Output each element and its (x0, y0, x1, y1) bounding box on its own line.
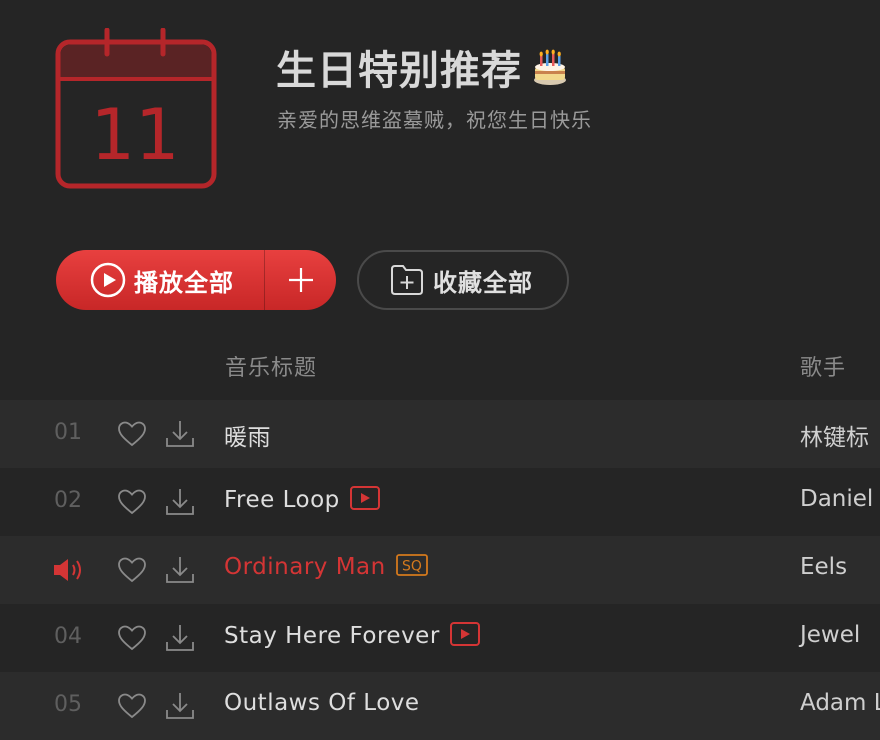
track-title-cell: Free Loop (224, 486, 380, 514)
heart-icon[interactable] (116, 690, 148, 722)
page-subtitle: 亲爱的思维盗墓贼，祝您生日快乐 (277, 108, 592, 132)
header: 11 生日特别推荐 亲爱的思维盗墓贼，祝您生日快乐 (0, 0, 880, 230)
play-all-label: 播放全部 (134, 268, 234, 297)
track-title[interactable]: Ordinary Man (224, 554, 386, 580)
track-title-cell: Ordinary Man SQ (224, 554, 428, 580)
folder-add-icon (391, 265, 423, 295)
track-artist[interactable]: Jewel (800, 622, 860, 648)
birthday-cake-icon (534, 49, 566, 85)
track-artist[interactable]: Daniel P (800, 486, 880, 512)
track-row[interactable]: Ordinary Man SQ Eels (0, 536, 880, 604)
track-number: 05 (54, 692, 82, 717)
add-to-playlist-button[interactable] (265, 250, 336, 310)
track-row[interactable]: 05 Outlaws Of Love Adam La (0, 672, 880, 740)
play-circle-icon (90, 262, 126, 298)
track-title[interactable]: Free Loop (224, 487, 340, 513)
collect-all-label: 收藏全部 (433, 268, 533, 297)
track-number: 02 (54, 488, 82, 513)
mv-play-icon[interactable] (449, 622, 480, 650)
heart-icon[interactable] (116, 622, 148, 654)
download-icon[interactable] (164, 486, 196, 518)
download-icon[interactable] (164, 622, 196, 654)
track-title[interactable]: Outlaws Of Love (224, 690, 420, 716)
track-title-cell: Stay Here Forever (224, 622, 480, 650)
track-row[interactable]: 04 Stay Here Forever Jewel (0, 604, 880, 672)
download-icon[interactable] (164, 554, 196, 586)
plus-icon (288, 268, 313, 292)
track-title[interactable]: Stay Here Forever (224, 623, 440, 649)
download-icon[interactable] (164, 418, 196, 450)
track-number: 01 (54, 420, 82, 445)
heart-icon[interactable] (116, 554, 148, 586)
speaker-icon (52, 556, 86, 584)
svg-text:SQ: SQ (402, 559, 422, 575)
column-header-artist[interactable]: 歌手 (800, 350, 846, 382)
download-icon[interactable] (164, 690, 196, 722)
mv-play-icon[interactable] (349, 486, 380, 514)
play-all-main[interactable]: 播放全部 (56, 250, 264, 310)
track-title-cell: 暖雨 (224, 418, 271, 452)
sq-quality-badge: SQ (395, 554, 428, 580)
calendar-icon: 11 (55, 28, 217, 189)
track-row[interactable]: 01 暖雨 林键标 (0, 400, 880, 468)
column-header-title[interactable]: 音乐标题 (225, 350, 317, 382)
track-artist[interactable]: Adam La (800, 690, 880, 716)
collect-all-button[interactable]: 收藏全部 (357, 250, 569, 310)
page-title: 生日特别推荐 (276, 48, 522, 94)
track-title-cell: Outlaws Of Love (224, 690, 420, 716)
track-title[interactable]: 暖雨 (224, 418, 271, 452)
track-row[interactable]: 02 Free Loop Daniel P (0, 468, 880, 536)
heart-icon[interactable] (116, 486, 148, 518)
title-area: 生日特别推荐 (276, 38, 568, 96)
track-artist[interactable]: Eels (800, 554, 847, 580)
track-artist[interactable]: 林键标 (800, 418, 869, 452)
play-all-button[interactable]: 播放全部 (56, 250, 336, 310)
track-number: 04 (54, 624, 82, 649)
heart-icon[interactable] (116, 418, 148, 450)
calendar-day: 11 (90, 94, 179, 176)
